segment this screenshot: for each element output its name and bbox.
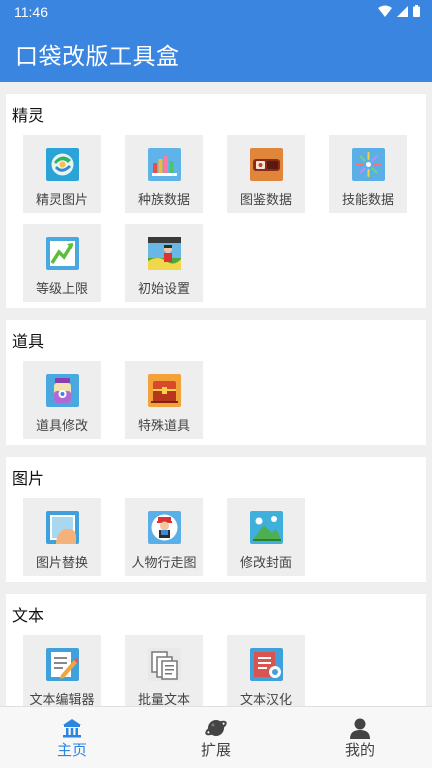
tile-label: 精灵图片 xyxy=(35,193,88,208)
pokedex-icon xyxy=(250,148,283,181)
tile-label: 图片替换 xyxy=(35,556,88,571)
tile-label: 修改封面 xyxy=(239,556,292,571)
tile-skill-data[interactable]: 技能数据 xyxy=(329,135,407,213)
image-replace-icon xyxy=(46,511,79,544)
status-time: 11:46 xyxy=(14,4,48,20)
tile-label: 特殊道具 xyxy=(137,419,190,434)
tile-label: 文本汉化 xyxy=(239,693,292,706)
tool-list[interactable]: 精灵 精灵图片 种族数据 图鉴数据 技能数据 等级上限 初始设置 道具 道具修改… xyxy=(0,82,432,706)
tile-label: 种族数据 xyxy=(137,193,190,208)
nav-label: 我的 xyxy=(344,741,375,759)
battery-icon xyxy=(413,4,420,20)
nav-label: 主页 xyxy=(56,741,87,759)
potion-icon xyxy=(46,374,79,407)
tile-label: 技能数据 xyxy=(341,193,394,208)
tile-label: 人物行走图 xyxy=(131,556,197,571)
text-localize-icon xyxy=(250,648,283,681)
signal-icon xyxy=(397,4,408,20)
status-icons xyxy=(378,5,420,19)
app-title: 口袋改版工具盒 xyxy=(15,44,180,70)
character-sprite-icon xyxy=(148,511,181,544)
section-title-text: 文本 xyxy=(12,606,45,625)
tile-character-walk[interactable]: 人物行走图 xyxy=(125,498,203,576)
planet-icon xyxy=(205,717,227,739)
tile-pokedex-data[interactable]: 图鉴数据 xyxy=(227,135,305,213)
tile-label: 图鉴数据 xyxy=(239,193,292,208)
treasure-chest-icon xyxy=(148,374,181,407)
text-editor-icon xyxy=(46,648,79,681)
sparkle-icon xyxy=(352,148,385,181)
section-title-items: 道具 xyxy=(12,332,45,351)
section-title-images: 图片 xyxy=(12,469,45,488)
tile-race-data[interactable]: 种族数据 xyxy=(125,135,203,213)
tile-special-item[interactable]: 特殊道具 xyxy=(125,361,203,439)
section-text: 文本 文本编辑器 批量文本 文本汉化 xyxy=(6,594,426,706)
section-sprite: 精灵 精灵图片 种族数据 图鉴数据 技能数据 等级上限 初始设置 xyxy=(6,94,426,308)
nav-home[interactable]: 主页 xyxy=(0,707,144,768)
tile-label: 文本编辑器 xyxy=(29,693,95,706)
tile-label: 道具修改 xyxy=(35,419,88,434)
trainer-scene-icon xyxy=(148,237,181,270)
level-up-icon xyxy=(46,237,79,270)
tile-initial-settings[interactable]: 初始设置 xyxy=(125,224,203,302)
tile-label: 批量文本 xyxy=(137,693,190,706)
tile-text-editor[interactable]: 文本编辑器 xyxy=(23,635,101,706)
tile-image-replace[interactable]: 图片替换 xyxy=(23,498,101,576)
home-icon xyxy=(61,717,83,739)
tile-level-cap[interactable]: 等级上限 xyxy=(23,224,101,302)
person-icon xyxy=(349,717,371,739)
sprite-image-icon xyxy=(46,148,79,181)
nav-extend[interactable]: 扩展 xyxy=(144,707,288,768)
tile-item-edit[interactable]: 道具修改 xyxy=(23,361,101,439)
tile-label: 初始设置 xyxy=(137,282,190,297)
section-items: 道具 道具修改 特殊道具 xyxy=(6,320,426,445)
status-bar: 11:46 xyxy=(0,0,432,24)
nav-label: 扩展 xyxy=(200,741,231,759)
tile-sprite-image[interactable]: 精灵图片 xyxy=(23,135,101,213)
landscape-icon xyxy=(250,511,283,544)
bottom-nav: 主页 扩展 我的 xyxy=(0,706,432,768)
tile-text-localize[interactable]: 文本汉化 xyxy=(227,635,305,706)
section-images: 图片 图片替换 人物行走图 修改封面 xyxy=(6,457,426,582)
wifi-icon xyxy=(378,4,392,20)
section-title-sprite: 精灵 xyxy=(12,106,45,125)
tile-label: 等级上限 xyxy=(35,282,88,297)
tile-batch-text[interactable]: 批量文本 xyxy=(125,635,203,706)
batch-text-icon xyxy=(148,648,181,681)
app-bar: 口袋改版工具盒 xyxy=(0,24,432,82)
bar-chart-icon xyxy=(148,148,181,181)
nav-mine[interactable]: 我的 xyxy=(288,707,432,768)
tile-edit-cover[interactable]: 修改封面 xyxy=(227,498,305,576)
